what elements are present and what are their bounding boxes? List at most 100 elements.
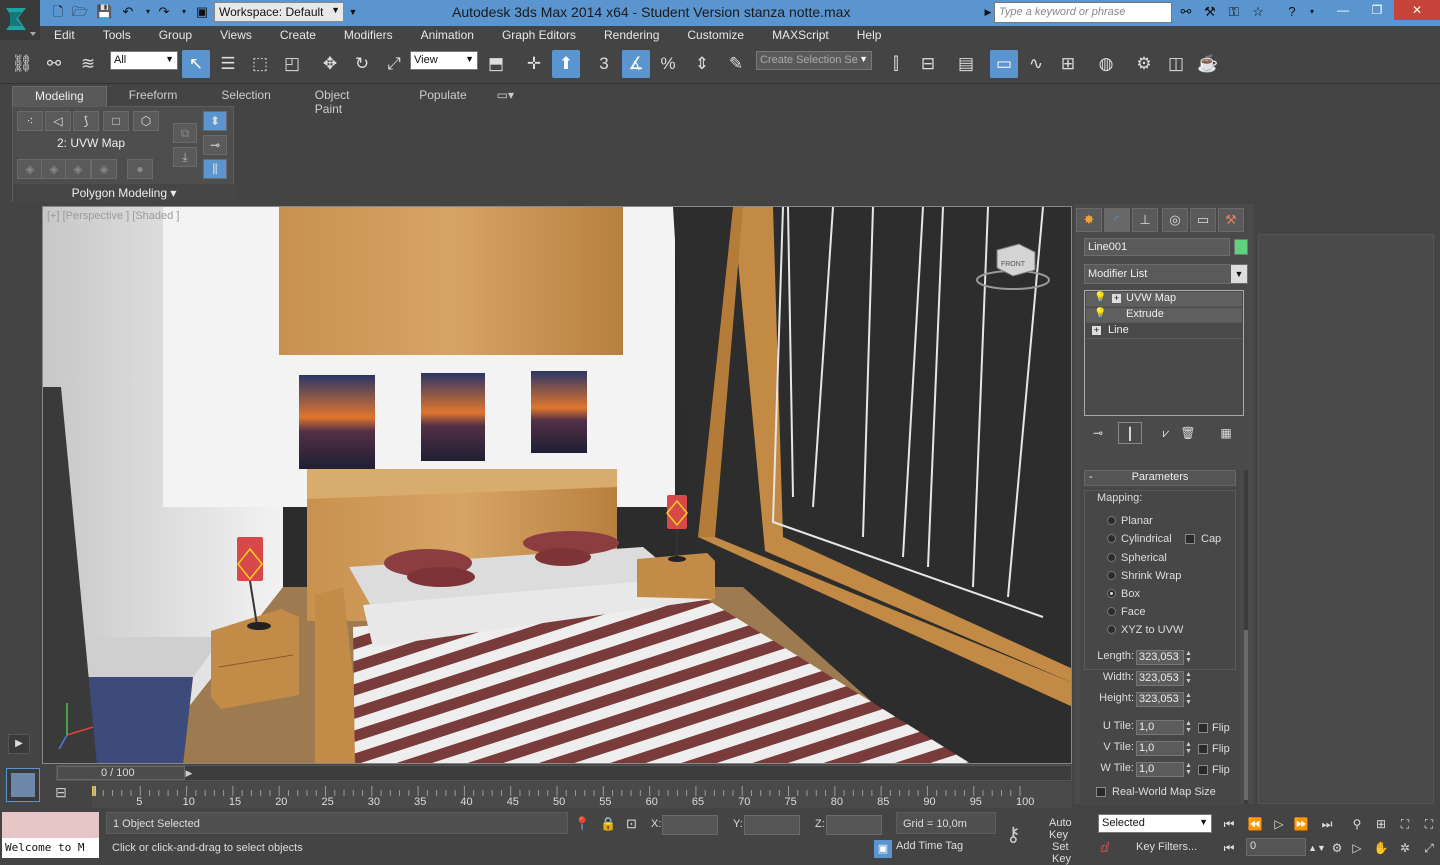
pivot-center-icon[interactable]: ⬒ (482, 50, 510, 78)
real-world-map-size-checkbox[interactable] (1096, 787, 1106, 797)
mirror-icon[interactable]: ⫿ (882, 50, 910, 78)
modify-panel-icon[interactable]: ◜ (1104, 208, 1130, 232)
maxscript-listener[interactable]: Welcome to M (2, 812, 99, 858)
modifier-list-select[interactable]: Modifier List ▼ (1084, 264, 1248, 284)
spinner-snap-icon[interactable]: ⇕ (688, 50, 716, 78)
pin-stack-icon[interactable]: ⊸ (1086, 422, 1110, 444)
bind-to-space-warp-icon[interactable]: ≋ (74, 50, 102, 78)
set-key-button[interactable]: Set Key (1046, 838, 1094, 865)
w-tile-spinner[interactable]: 1,0 (1136, 762, 1184, 777)
open-file-icon[interactable]: 🗁 (72, 4, 88, 20)
x-coord-input[interactable] (662, 815, 718, 835)
layer-explorer-icon[interactable]: ▤ (952, 50, 980, 78)
zoom-all-icon[interactable]: ⊞ (1370, 814, 1392, 834)
spinner-arrows-icon[interactable]: ▲ ▼ (1184, 762, 1193, 777)
hierarchy-panel-icon[interactable]: ⊥ (1132, 208, 1158, 232)
select-and-move-icon[interactable]: ✥ (316, 50, 344, 78)
previous-frame-icon[interactable]: ⏪ (1244, 814, 1266, 834)
menu-group[interactable]: Group (145, 26, 206, 46)
menu-animation[interactable]: Animation (407, 26, 488, 46)
new-file-icon[interactable]: 🗋 (50, 4, 66, 20)
reference-coordinate-select[interactable]: View ▼ (410, 51, 478, 70)
use-stack-selection-icon[interactable]: ⧉ (173, 123, 197, 143)
zoom-icon[interactable]: ⚲ (1346, 814, 1368, 834)
display-panel-icon[interactable]: ▭ (1190, 208, 1216, 232)
ring-icon[interactable]: ◈ (91, 159, 117, 179)
selection-filter-select[interactable]: All ▼ (110, 51, 178, 70)
spinner-arrows-icon[interactable]: ▲ ▼ (1184, 720, 1193, 735)
collapse-stack-icon[interactable]: ⤓ (173, 147, 197, 167)
u-flip-checkbox[interactable] (1198, 723, 1208, 733)
loop-icon[interactable]: ◈ (65, 159, 91, 179)
schematic-view-icon[interactable]: ⊞ (1054, 50, 1082, 78)
key-mode-select[interactable]: Selected ▼ (1098, 814, 1212, 833)
parameters-rollout-header[interactable]: - Parameters (1084, 470, 1236, 486)
curve-editor-icon[interactable]: ∿ (1022, 50, 1050, 78)
adaptive-degradation-icon[interactable]: ▣ (874, 840, 892, 858)
element-icon[interactable]: ⬡ (133, 111, 159, 131)
help-dropdown-icon[interactable]: ▾ (1304, 4, 1320, 20)
stack-item-extrude[interactable]: 💡 Extrude (1086, 308, 1242, 323)
y-coord-input[interactable] (744, 815, 800, 835)
stack-item-uvw-map[interactable]: 💡 + UVW Map (1086, 292, 1242, 307)
track-bar[interactable]: 5 10 15 20 25 30 35 40 45 50 55 60 65 70 75 80 85 90 95 100 (92, 782, 1072, 808)
select-object-icon[interactable]: ↖ (182, 50, 210, 78)
zoom-extents-icon[interactable]: ⛶ (1394, 814, 1416, 834)
menu-tools[interactable]: Tools (89, 26, 145, 46)
isolate-selection-icon[interactable]: 📍 (574, 816, 590, 832)
binoculars-icon[interactable]: ⚯ (1178, 4, 1194, 20)
maxscript-output[interactable]: Welcome to M (2, 838, 99, 858)
menu-graph-editors[interactable]: Graph Editors (488, 26, 590, 46)
lock-selection-icon[interactable]: 🔒 (600, 816, 616, 832)
spinner-arrows-icon[interactable]: ▲ ▼ (1184, 692, 1193, 707)
mapping-radio-xyz-to-uvw[interactable]: XYZ to UVW (1107, 624, 1183, 636)
snaps-toggle-icon[interactable]: 3 (590, 50, 618, 78)
pin-stack-icon[interactable]: ⊸ (203, 135, 227, 155)
mapping-radio-spherical[interactable]: Spherical (1107, 552, 1167, 564)
menu-create[interactable]: Create (266, 26, 330, 46)
vertex-icon[interactable]: ⁖ (17, 111, 43, 131)
shrink-icon[interactable]: ◈ (41, 159, 67, 179)
absolute-mode-transform-icon[interactable]: ⊡ (626, 816, 637, 832)
pan-view-icon[interactable]: ✋ (1370, 838, 1392, 858)
rectangular-selection-icon[interactable]: ⬚ (246, 50, 274, 78)
zoom-extents-all-icon[interactable]: ⛶ (1418, 814, 1440, 834)
object-color-swatch[interactable] (1234, 239, 1248, 255)
select-and-rotate-icon[interactable]: ↻ (348, 50, 376, 78)
field-of-view-icon[interactable]: ▷ (1346, 838, 1368, 858)
lightbulb-icon[interactable]: 💡 (1094, 308, 1106, 319)
menu-maxscript[interactable]: MAXScript (758, 26, 843, 46)
mapping-radio-face[interactable]: Face (1107, 606, 1145, 618)
subscription-icon[interactable]: ⚒ (1202, 4, 1218, 20)
menu-rendering[interactable]: Rendering (590, 26, 673, 46)
undo-dropdown-icon[interactable]: ▾ (140, 4, 156, 20)
length-spinner[interactable]: 323,053 (1136, 650, 1184, 665)
tab-populate[interactable]: Populate (397, 86, 488, 106)
expand-plus-icon[interactable]: + (1092, 326, 1101, 335)
select-and-scale-icon[interactable]: ⤢ (380, 50, 408, 78)
key-mode-toggle-icon[interactable]: ⏮ (1218, 838, 1240, 858)
utilities-panel-icon[interactable]: ⚒ (1218, 208, 1244, 232)
maximize-button[interactable]: ❐ (1360, 0, 1394, 20)
default-in-out-tangents-icon[interactable]: ⅆ (1100, 840, 1109, 856)
perspective-viewport[interactable]: FRONT [+] [Perspective] [Shaded] (42, 206, 1072, 764)
app-logo-button[interactable] (0, 0, 40, 40)
key-filters-button[interactable]: Key Filters... (1122, 838, 1212, 858)
mini-curve-editor-button[interactable] (6, 768, 40, 802)
command-panel-scrollbar[interactable] (1244, 470, 1248, 804)
select-by-name-icon[interactable]: ☰ (214, 50, 242, 78)
maximize-viewport-icon[interactable]: ⤢ (1418, 838, 1440, 858)
preserve-uvs-icon[interactable]: ● (127, 159, 153, 179)
close-button[interactable]: ✕ (1394, 0, 1440, 20)
unlink-icon[interactable]: ⚯ (40, 50, 68, 78)
make-unique-icon[interactable]: ⩗ (1154, 422, 1178, 444)
tab-selection[interactable]: Selection (199, 86, 292, 106)
save-icon[interactable]: 💾 (96, 4, 112, 20)
menu-customize[interactable]: Customize (673, 26, 758, 46)
scrollbar-thumb[interactable] (1244, 630, 1248, 800)
z-coord-input[interactable] (826, 815, 882, 835)
object-name-field[interactable]: Line001 (1084, 238, 1230, 256)
go-to-start-icon[interactable]: ⏮ (1218, 814, 1240, 834)
cap-checkbox[interactable] (1185, 534, 1195, 544)
remove-modifier-icon[interactable]: 🗑 (1176, 422, 1200, 444)
